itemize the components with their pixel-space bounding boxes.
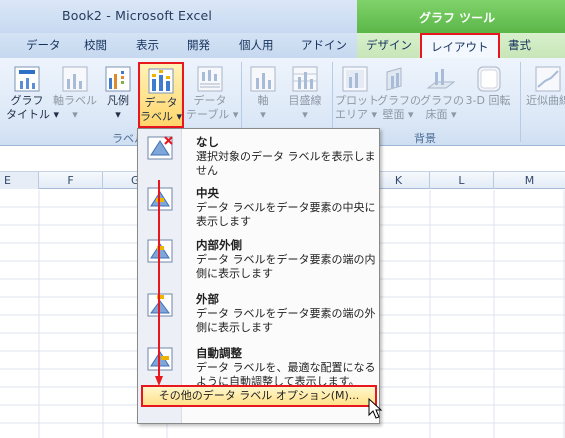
chart-wall-icon bbox=[386, 67, 402, 91]
tab-developer[interactable]: 開発 bbox=[187, 37, 210, 53]
tab-layout[interactable]: レイアウト bbox=[420, 33, 500, 58]
plot-area-button[interactable]: プロット エリア ▾ bbox=[335, 62, 379, 128]
trendline-button[interactable]: 近似曲線 bbox=[524, 62, 565, 128]
cube-icon bbox=[477, 66, 501, 92]
chart-title-icon bbox=[14, 66, 40, 92]
column-header-l[interactable]: L bbox=[430, 172, 494, 189]
column-header-e[interactable]: E bbox=[0, 172, 39, 189]
contextual-tab-group-header: グラフ ツール bbox=[357, 0, 565, 33]
plot-area-icon bbox=[342, 66, 368, 92]
column-header-m[interactable]: M bbox=[494, 172, 565, 189]
tab-personal[interactable]: 個人用 bbox=[239, 37, 274, 53]
mouse-cursor-icon bbox=[368, 398, 383, 419]
title-bar: Book2 - Microsoft Excel グラフ ツール bbox=[0, 0, 565, 33]
more-data-label-options[interactable]: その他のデータ ラベル オプション(M)... bbox=[141, 385, 377, 407]
contextual-tab-group-label: グラフ ツール bbox=[419, 11, 496, 25]
gridlines-button[interactable]: 目盛線 ▾ bbox=[283, 62, 327, 128]
axes-icon bbox=[250, 66, 276, 92]
annotation-arrow bbox=[155, 180, 163, 386]
data-labels-dropdown: なし 選択対象のデータ ラベルを表示しません 中央 データ ラベルをデータ要素の… bbox=[137, 128, 380, 424]
axes-button[interactable]: 軸 ▾ bbox=[246, 62, 280, 128]
menu-item-center[interactable]: 中央 データ ラベルをデータ要素の中央に表示します bbox=[138, 183, 379, 233]
tab-format[interactable]: 書式 bbox=[508, 37, 531, 53]
gridlines-icon bbox=[292, 66, 318, 92]
menu-item-best-fit[interactable]: 自動調整 データ ラベルを、最適な配置になるように自動調整して表示します。 bbox=[138, 343, 379, 388]
group-label-background: 背景 bbox=[414, 132, 436, 145]
ribbon-tabs: データ 校閲 表示 開発 個人用 アドイン デザイン レイアウト 書式 bbox=[0, 33, 565, 58]
data-table-button[interactable]: データ テーブル ▾ bbox=[186, 62, 238, 128]
data-label-none-icon bbox=[147, 136, 173, 160]
data-labels-button[interactable]: データ ラベル ▾ bbox=[138, 62, 184, 128]
axis-title-icon bbox=[62, 66, 88, 92]
column-header-f[interactable]: F bbox=[39, 172, 103, 189]
chart-title-button[interactable]: グラフ タイトル ▾ bbox=[6, 62, 59, 128]
trendline-icon bbox=[535, 66, 561, 92]
tab-design[interactable]: デザイン bbox=[366, 37, 412, 53]
tab-data[interactable]: データ bbox=[26, 37, 61, 53]
data-table-icon bbox=[197, 66, 223, 92]
chart-floor-button[interactable]: グラフの 床面 ▾ bbox=[420, 62, 464, 128]
chart-wall-button[interactable]: グラフの 壁面 ▾ bbox=[377, 62, 421, 128]
tab-review[interactable]: 校閲 bbox=[84, 37, 107, 53]
legend-button[interactable]: 凡例 ▾ bbox=[101, 62, 135, 128]
tab-view[interactable]: 表示 bbox=[136, 37, 159, 53]
menu-item-none[interactable]: なし 選択対象のデータ ラベルを表示しません bbox=[138, 132, 379, 180]
window-title: Book2 - Microsoft Excel bbox=[62, 8, 213, 23]
chart-floor-icon bbox=[426, 69, 456, 89]
tab-addins[interactable]: アドイン bbox=[301, 37, 347, 53]
axis-title-button[interactable]: 軸ラベル ▾ bbox=[52, 62, 98, 128]
group-separator bbox=[520, 62, 521, 142]
legend-icon bbox=[105, 66, 131, 92]
rotation-3d-button[interactable]: 3-D 回転 bbox=[463, 62, 513, 128]
menu-item-outside-end[interactable]: 外部 データ ラベルをデータ要素の端の外側に表示します bbox=[138, 289, 379, 341]
data-labels-icon bbox=[148, 68, 174, 94]
menu-item-inside-end[interactable]: 内部外側 データ ラベルをデータ要素の端の内側に表示します bbox=[138, 235, 379, 287]
